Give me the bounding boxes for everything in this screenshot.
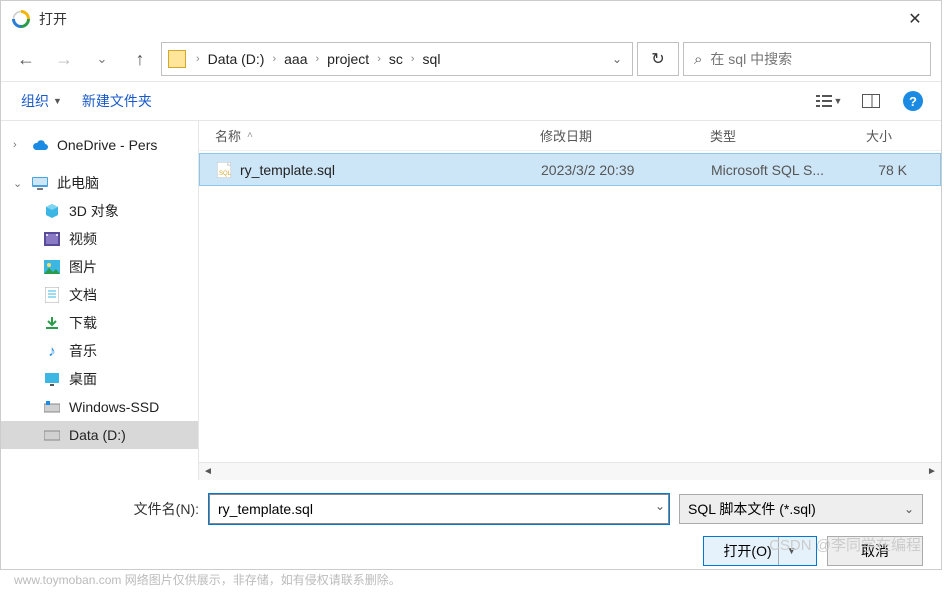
nav-recent-button[interactable]: ⌄ <box>85 43 119 75</box>
breadcrumb-segment[interactable]: Data (D:) <box>204 51 269 67</box>
filename-label: 文件名(N): <box>19 499 199 519</box>
chevron-right-icon[interactable]: › <box>373 53 385 65</box>
tree-music[interactable]: ♪音乐 <box>1 337 198 365</box>
drive-icon <box>43 398 61 416</box>
filename-input[interactable] <box>209 494 669 524</box>
tree-documents[interactable]: 文档 <box>1 281 198 309</box>
tree-windows-ssd[interactable]: Windows-SSD <box>1 393 198 421</box>
scroll-left-icon[interactable]: ◄ <box>199 463 217 481</box>
column-header-date[interactable]: 修改日期 <box>524 126 694 145</box>
drive-icon <box>43 426 61 444</box>
column-header-size[interactable]: 大小 <box>850 126 910 145</box>
file-size: 78 K <box>851 162 911 178</box>
breadcrumb-segment[interactable]: sc <box>385 51 407 67</box>
breadcrumb-segment[interactable]: sql <box>419 51 445 67</box>
column-header-name[interactable]: 名称˄ <box>199 126 524 145</box>
nav-tree: › OneDrive - Pers ⌄ 此电脑 3D 对象 视频 图片 文档 下… <box>1 121 199 480</box>
tree-data-d[interactable]: Data (D:) <box>1 421 198 449</box>
breadcrumb[interactable]: › Data (D:) › aaa › project › sc › sql ⌄ <box>161 42 633 76</box>
view-options-button[interactable]: ▼ <box>811 87 847 115</box>
close-button[interactable]: ✕ <box>893 4 937 34</box>
breadcrumb-dropdown[interactable]: ⌄ <box>602 52 632 66</box>
tree-pictures[interactable]: 图片 <box>1 253 198 281</box>
tree-this-pc[interactable]: ⌄ 此电脑 <box>1 169 198 197</box>
chevron-right-icon: › <box>13 139 23 151</box>
cube-icon <box>43 202 61 220</box>
sort-asc-icon: ˄ <box>247 130 253 141</box>
preview-pane-button[interactable] <box>853 87 889 115</box>
nav-up-button[interactable]: ↑ <box>123 43 157 75</box>
organize-button[interactable]: 组织 ▼ <box>11 82 72 120</box>
chevron-down-icon: ⌄ <box>13 177 23 190</box>
svg-text:SQL: SQL <box>219 171 231 177</box>
horizontal-scrollbar[interactable]: ◄ ► <box>199 462 941 480</box>
sql-file-icon: SQL <box>216 162 232 178</box>
tree-downloads[interactable]: 下载 <box>1 309 198 337</box>
file-date: 2023/3/2 20:39 <box>525 162 695 178</box>
breadcrumb-segment[interactable]: project <box>323 51 373 67</box>
help-button[interactable]: ? <box>895 87 931 115</box>
file-row[interactable]: SQL ry_template.sql 2023/3/2 20:39 Micro… <box>199 153 941 186</box>
folder-icon <box>168 50 186 68</box>
search-icon: ⌕ <box>694 51 702 68</box>
desktop-icon <box>43 370 61 388</box>
filetype-filter[interactable]: SQL 脚本文件 (*.sql) ⌄ <box>679 494 923 524</box>
breadcrumb-segment[interactable]: aaa <box>280 51 311 67</box>
document-icon <box>43 286 61 304</box>
file-name: ry_template.sql <box>240 162 335 178</box>
download-icon <box>43 314 61 332</box>
music-icon: ♪ <box>43 342 61 360</box>
search-input[interactable] <box>710 51 920 67</box>
dialog-title: 打开 <box>39 9 893 29</box>
new-folder-button[interactable]: 新建文件夹 <box>72 82 162 120</box>
disclaimer: www.toymoban.com 网络图片仅供展示，非存储，如有侵权请联系删除。 <box>14 571 401 588</box>
cloud-icon <box>31 136 49 154</box>
chevron-right-icon[interactable]: › <box>312 53 324 65</box>
tree-desktop[interactable]: 桌面 <box>1 365 198 393</box>
pc-icon <box>31 174 49 192</box>
video-icon <box>43 230 61 248</box>
open-button[interactable]: 打开(O) ▼ <box>703 536 817 566</box>
chevron-right-icon[interactable]: › <box>192 53 204 65</box>
tree-videos[interactable]: 视频 <box>1 225 198 253</box>
cancel-button[interactable]: 取消 <box>827 536 923 566</box>
app-icon <box>11 9 31 29</box>
tree-3d-objects[interactable]: 3D 对象 <box>1 197 198 225</box>
picture-icon <box>43 258 61 276</box>
tree-onedrive[interactable]: › OneDrive - Pers <box>1 131 198 159</box>
column-header-row: 名称˄ 修改日期 类型 大小 <box>199 121 941 151</box>
chevron-right-icon[interactable]: › <box>407 53 419 65</box>
column-header-type[interactable]: 类型 <box>694 126 850 145</box>
chevron-down-icon: ⌄ <box>904 502 914 516</box>
file-type: Microsoft SQL S... <box>695 162 851 178</box>
search-box[interactable]: ⌕ <box>683 42 931 76</box>
chevron-right-icon[interactable]: › <box>268 53 280 65</box>
refresh-button[interactable]: ↻ <box>637 42 679 76</box>
scroll-right-icon[interactable]: ► <box>923 463 941 481</box>
filename-dropdown[interactable]: ⌄ <box>655 499 665 513</box>
chevron-down-icon: ▼ <box>53 96 62 106</box>
nav-forward-button[interactable]: → <box>47 43 81 75</box>
open-split-dropdown[interactable]: ▼ <box>778 537 797 565</box>
nav-back-button[interactable]: ← <box>9 43 43 75</box>
